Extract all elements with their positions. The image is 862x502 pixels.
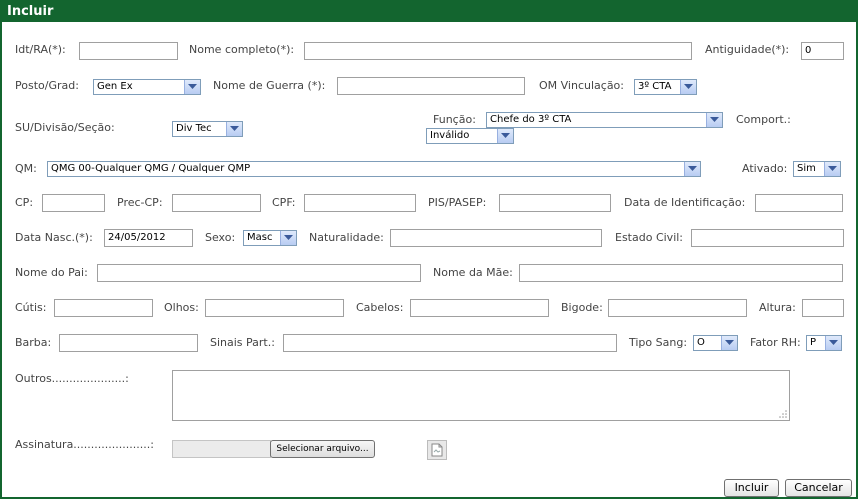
- chevron-down-icon[interactable]: [280, 231, 296, 245]
- estado-civil-input[interactable]: [691, 229, 844, 247]
- posto-select[interactable]: Gen Ex: [93, 79, 201, 95]
- select-file-button[interactable]: Selecionar arquivo...: [270, 440, 375, 458]
- chevron-down-icon[interactable]: [706, 113, 722, 127]
- assinatura-label: Assinatura......................:: [15, 438, 154, 451]
- chevron-down-icon[interactable]: [684, 162, 700, 176]
- sexo-value: Masc: [247, 232, 273, 243]
- outros-textarea[interactable]: [172, 370, 790, 421]
- chevron-down-icon[interactable]: [497, 129, 513, 143]
- cabelos-label: Cabelos:: [356, 301, 404, 314]
- idt-label: Idt/RA(*):: [15, 43, 66, 56]
- cancelar-button[interactable]: Cancelar: [785, 479, 852, 497]
- cp-label: CP:: [15, 196, 34, 209]
- tipo-sang-label: Tipo Sang:: [629, 336, 688, 349]
- fator-rh-select[interactable]: P: [806, 335, 842, 351]
- ativado-label: Ativado:: [742, 162, 788, 175]
- cpf-input[interactable]: [304, 194, 416, 212]
- cpf-label: CPF:: [272, 196, 296, 209]
- barba-label: Barba:: [15, 336, 52, 349]
- chevron-down-icon[interactable]: [184, 80, 200, 94]
- su-divisao-value: Div Tec: [176, 123, 212, 134]
- data-nasc-label: Data Nasc.(*):: [15, 231, 93, 244]
- funcao-label: Função:: [433, 113, 476, 126]
- chevron-down-icon[interactable]: [721, 336, 737, 350]
- nome-completo-input[interactable]: [304, 42, 692, 60]
- comport-label: Comport.:: [736, 113, 791, 126]
- nome-pai-label: Nome do Pai:: [15, 266, 88, 279]
- prec-cp-label: Prec-CP:: [117, 196, 163, 209]
- nome-mae-label: Nome da Mãe:: [433, 266, 513, 279]
- nome-completo-label: Nome completo(*):: [189, 43, 295, 56]
- cp-input[interactable]: [42, 194, 105, 212]
- antiguidade-label: Antiguidade(*):: [705, 43, 790, 56]
- qm-value: QMG 00-Qualquer QMG / Qualquer QMP: [51, 163, 251, 174]
- funcao-select[interactable]: Chefe do 3º CTA: [486, 112, 723, 128]
- resize-grip-icon[interactable]: [778, 409, 787, 418]
- sexo-select[interactable]: Masc: [243, 230, 297, 246]
- cabelos-input[interactable]: [410, 299, 549, 317]
- qm-select[interactable]: QMG 00-Qualquer QMG / Qualquer QMP: [47, 161, 701, 177]
- antiguidade-input[interactable]: 0: [801, 42, 844, 60]
- incluir-button[interactable]: Incluir: [724, 479, 779, 497]
- comport-select[interactable]: Inválido: [426, 128, 514, 144]
- om-vinculacao-select[interactable]: 3º CTA: [634, 79, 697, 95]
- fator-rh-label: Fator RH:: [750, 336, 801, 349]
- altura-input[interactable]: [802, 299, 844, 317]
- bigode-input[interactable]: [608, 299, 747, 317]
- chevron-down-icon[interactable]: [680, 80, 696, 94]
- olhos-input[interactable]: [205, 299, 344, 317]
- sinais-part-label: Sinais Part.:: [210, 336, 275, 349]
- nome-pai-input[interactable]: [97, 264, 421, 282]
- funcao-value: Chefe do 3º CTA: [490, 114, 572, 125]
- idt-input[interactable]: [79, 42, 178, 60]
- document-icon: [427, 440, 447, 460]
- form-body: Idt/RA(*): Nome completo(*): Antiguidade…: [2, 22, 856, 497]
- dialog-title: Incluir: [2, 2, 856, 22]
- data-identificacao-input[interactable]: [755, 194, 843, 212]
- naturalidade-input[interactable]: [390, 229, 602, 247]
- altura-label: Altura:: [759, 301, 796, 314]
- nome-guerra-input[interactable]: [337, 77, 525, 95]
- nome-guerra-label: Nome de Guerra (*):: [213, 79, 326, 92]
- assinatura-file-path[interactable]: [172, 440, 271, 458]
- barba-input[interactable]: [59, 334, 198, 352]
- ativado-value: Sim: [797, 163, 816, 174]
- posto-label: Posto/Grad:: [15, 79, 79, 92]
- estado-civil-label: Estado Civil:: [615, 231, 684, 244]
- cutis-label: Cútis:: [15, 301, 47, 314]
- naturalidade-label: Naturalidade:: [309, 231, 384, 244]
- cutis-input[interactable]: [54, 299, 153, 317]
- chevron-down-icon[interactable]: [824, 162, 840, 176]
- tipo-sang-value: O: [697, 337, 705, 348]
- bigode-label: Bigode:: [561, 301, 603, 314]
- comport-value: Inválido: [430, 130, 470, 141]
- pis-pasep-label: PIS/PASEP:: [428, 196, 487, 209]
- su-divisao-label: SU/Divisão/Seção:: [15, 121, 115, 134]
- su-divisao-select[interactable]: Div Tec: [172, 121, 243, 137]
- incluir-dialog: Incluir Idt/RA(*): Nome completo(*): Ant…: [0, 0, 858, 499]
- data-nasc-input[interactable]: 24/05/2012: [104, 229, 193, 247]
- outros-label: Outros.....................:: [15, 372, 129, 385]
- olhos-label: Olhos:: [164, 301, 199, 314]
- ativado-select[interactable]: Sim: [793, 161, 841, 177]
- qm-label: QM:: [15, 162, 37, 175]
- pis-pasep-input[interactable]: [499, 194, 611, 212]
- posto-value: Gen Ex: [97, 81, 133, 92]
- tipo-sang-select[interactable]: O: [693, 335, 738, 351]
- fator-rh-value: P: [810, 337, 817, 348]
- data-identificacao-label: Data de Identificação:: [624, 196, 746, 209]
- prec-cp-input[interactable]: [172, 194, 261, 212]
- om-vinculacao-value: 3º CTA: [638, 81, 672, 92]
- om-vinculacao-label: OM Vinculação:: [539, 79, 624, 92]
- chevron-down-icon[interactable]: [226, 122, 242, 136]
- nome-mae-input[interactable]: [519, 264, 843, 282]
- chevron-down-icon[interactable]: [825, 336, 841, 350]
- sinais-part-input[interactable]: [283, 334, 617, 352]
- sexo-label: Sexo:: [205, 231, 236, 244]
